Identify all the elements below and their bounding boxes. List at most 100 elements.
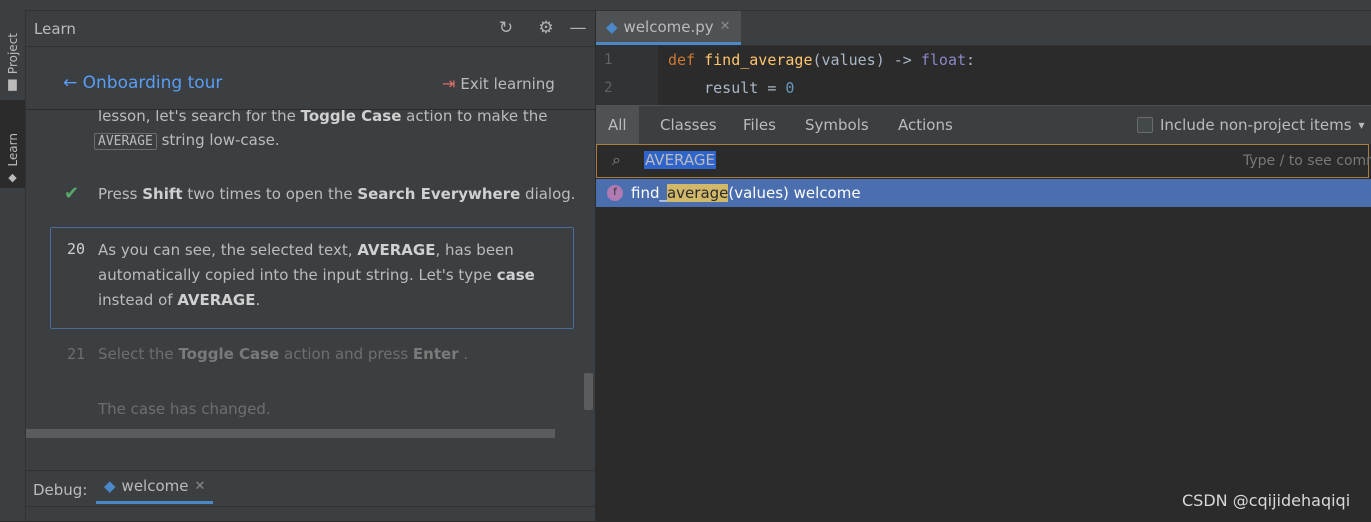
learn-tool-button[interactable]: Learn ◆ — [0, 100, 25, 188]
tab-all[interactable]: All — [596, 106, 639, 144]
text: As you can see, the selected text, — [98, 241, 358, 259]
title-strip — [0, 0, 1371, 11]
exit-icon: ⇥ — [442, 74, 456, 93]
back-to-tour-link[interactable]: ← Onboarding tour — [63, 73, 222, 93]
shortcut: Shift — [142, 185, 183, 203]
text: dialog. — [520, 185, 576, 203]
search-tabs: All Classes Files Symbols Actions Includ… — [596, 106, 1371, 144]
project-tool-label: Project — [5, 32, 20, 74]
search-everywhere-popup: All Classes Files Symbols Actions Includ… — [596, 105, 1371, 522]
horizontal-scrollbar[interactable] — [26, 429, 555, 438]
action-name: Toggle Case — [300, 110, 402, 125]
gear-icon[interactable]: ⚙ — [536, 18, 556, 38]
step-note: The case has changed. — [98, 400, 271, 418]
debug-tool-bar: Debug: ◆ welcome ✕ — [26, 470, 595, 506]
keyword: AVERAGE — [357, 241, 436, 259]
text: . — [255, 291, 261, 309]
tab-classes[interactable]: Classes — [648, 106, 729, 144]
include-non-project-label: Include non-project items — [1160, 116, 1352, 134]
step-number: 20 — [67, 240, 86, 258]
function-icon: f — [607, 185, 623, 201]
search-icon: ⌕ — [612, 150, 621, 169]
watermark: CSDN @cqijidehaqiqi — [1182, 491, 1351, 510]
folder-icon: ▇ — [8, 78, 17, 91]
code-snippet: AVERAGE — [94, 133, 157, 150]
text: , has been — [435, 241, 514, 259]
step-done-text: Press Shift two times to open the Search… — [98, 182, 576, 207]
code-line-2[interactable]: result = 0 — [668, 79, 794, 97]
lesson-nav: ← Onboarding tour ⇥ Exit learning — [26, 47, 595, 110]
keyword: AVERAGE — [177, 291, 256, 309]
file-tab-welcome[interactable]: ◆ welcome.py ✕ — [596, 11, 741, 45]
text: Select the — [98, 345, 179, 363]
step-prev-line2: AVERAGE string low-case. — [94, 128, 280, 154]
debug-tab-label: welcome — [121, 477, 189, 495]
text: Press — [98, 185, 143, 203]
checkbox[interactable] — [1137, 117, 1153, 133]
code: : — [966, 51, 976, 69]
text: string low-case. — [156, 131, 280, 149]
code: result = — [668, 79, 786, 97]
graduation-cap-icon: ◆ — [8, 171, 17, 184]
debug-toolbar — [26, 506, 595, 522]
include-non-project-checkbox[interactable]: Include non-project items ▾ — [1137, 116, 1365, 134]
project-tool-button[interactable]: Project ▇ — [0, 20, 25, 95]
code-line-1[interactable]: def find_average(values) -> float: — [668, 51, 975, 69]
line-number: 2 — [604, 80, 613, 96]
minimize-icon[interactable]: — — [568, 18, 588, 38]
lesson-content: lesson, let's search for the Toggle Case… — [26, 110, 595, 440]
debug-tab-welcome[interactable]: ◆ welcome ✕ — [96, 471, 214, 504]
text: instead of — [98, 291, 178, 309]
dialog-name: Search Everywhere — [357, 185, 521, 203]
next-step-number: 21 — [67, 345, 86, 363]
restart-icon[interactable]: ↻ — [496, 18, 516, 38]
tab-files[interactable]: Files — [731, 106, 788, 144]
exit-link-label: Exit learning — [460, 74, 555, 93]
text: two times to open the — [182, 185, 358, 203]
keyword: def — [668, 51, 696, 69]
debug-label: Debug: — [33, 481, 88, 499]
panel-title: Learn — [34, 20, 76, 38]
keyword: case — [496, 266, 535, 284]
match-highlight: average — [666, 184, 729, 202]
python-icon: ◆ — [104, 477, 116, 495]
chevron-down-icon[interactable]: ▾ — [1359, 118, 1365, 132]
code: (values) -> — [812, 51, 921, 69]
learn-panel: Learn ↻ ⚙ — ← Onboarding tour ⇥ Exit lea… — [26, 11, 595, 521]
function-name: find_average — [704, 51, 813, 69]
shortcut: Enter — [412, 345, 459, 363]
python-file-icon: ◆ — [606, 17, 618, 36]
close-icon[interactable]: ✕ — [720, 19, 731, 34]
checkmark-icon: ✔ — [64, 183, 80, 204]
editor-tab-bar: ◆ welcome.py ✕ — [596, 11, 1371, 46]
search-input[interactable]: ⌕ AVERAGE Type / to see commands — [596, 144, 1371, 178]
text: find_ — [631, 184, 667, 202]
step-prev-line1: lesson, let's search for the Toggle Case… — [98, 110, 548, 129]
text: lesson, let's search for the — [98, 110, 301, 125]
learn-tool-label: Learn — [5, 133, 20, 167]
text: action and press — [279, 345, 413, 363]
search-query[interactable]: AVERAGE — [644, 151, 716, 169]
current-step-box: 20 As you can see, the selected text, AV… — [50, 227, 574, 329]
number: 0 — [785, 79, 795, 97]
text: . — [458, 345, 469, 363]
tab-actions[interactable]: Actions — [886, 106, 965, 144]
arrow-left-icon: ← — [63, 73, 78, 93]
search-hint: Type / to see commands — [1243, 153, 1371, 169]
close-icon[interactable]: ✕ — [194, 479, 205, 494]
search-result-row[interactable]: f find_average(values) welcome — [596, 179, 1371, 207]
action-name: Toggle Case — [178, 345, 280, 363]
tool-window-stripe: Project ▇ Learn ◆ — [0, 10, 26, 521]
exit-learning-button[interactable]: ⇥ Exit learning — [442, 74, 555, 93]
text: automatically copied into the input stri… — [98, 266, 497, 284]
vertical-scrollbar[interactable] — [584, 373, 593, 410]
learn-panel-header: Learn ↻ ⚙ — — [26, 11, 595, 47]
text: (values) welcome — [728, 184, 861, 202]
current-step-text: As you can see, the selected text, AVERA… — [98, 238, 568, 313]
tab-symbols[interactable]: Symbols — [793, 106, 881, 144]
file-tab-label: welcome.py — [623, 17, 714, 36]
back-link-label: Onboarding tour — [82, 73, 223, 93]
type-name: float — [920, 51, 967, 69]
line-number: 1 — [604, 52, 613, 68]
next-step-text: Select the Toggle Case action and press … — [98, 342, 468, 367]
